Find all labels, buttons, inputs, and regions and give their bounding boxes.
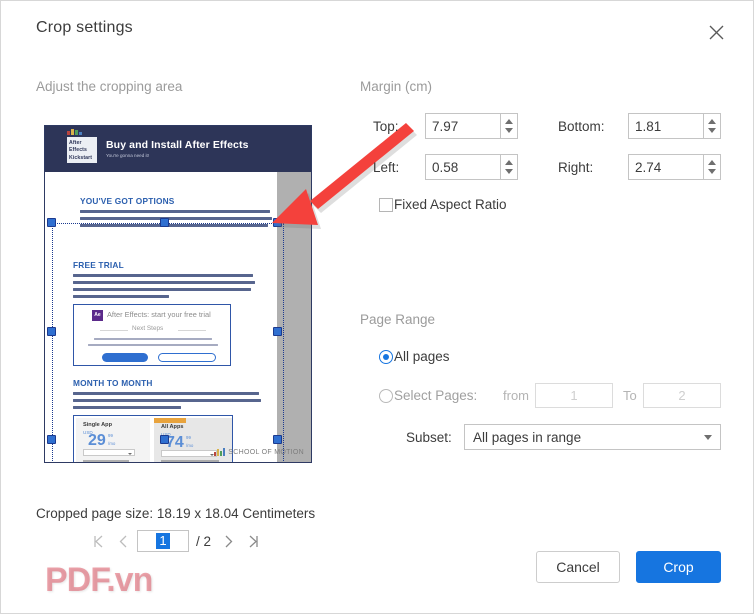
subset-value: All pages in range (473, 429, 582, 445)
logo-line-3: Kickstart (69, 154, 93, 161)
current-page-input[interactable]: 1 (137, 530, 189, 552)
pdfvn-watermark: PDF.vn (45, 561, 153, 599)
price-card-single-app: Single App USD 29 99 /mo (76, 418, 150, 462)
subset-dropdown[interactable]: All pages in range (464, 424, 721, 450)
margin-right-field[interactable] (628, 154, 721, 180)
price-card-1-select-app[interactable] (83, 449, 135, 456)
price-card-2-per: /mo (186, 443, 194, 448)
page-navigation: 1 / 2 (87, 530, 264, 552)
current-page-value: 1 (156, 533, 170, 549)
crop-handle-bottom-right[interactable] (273, 435, 282, 444)
all-pages-row[interactable]: All pages (379, 349, 450, 364)
pdf-page-preview[interactable]: After Effects Kickstart Buy and Install … (44, 125, 312, 463)
preview-doc-header: After Effects Kickstart Buy and Install … (45, 126, 311, 172)
school-of-motion-bars-icon (214, 448, 226, 456)
price-card-1-amount: 29 (88, 432, 106, 449)
margin-bottom-field[interactable] (628, 113, 721, 139)
margin-bottom-input[interactable] (629, 114, 703, 138)
crop-handle-middle-right[interactable] (273, 327, 282, 336)
preview-cropped-region: FREE TRIAL Ae After Effects: start your … (45, 220, 277, 462)
best-value-ribbon (154, 418, 186, 423)
margin-left-input[interactable] (426, 155, 500, 179)
fixed-aspect-ratio-checkbox[interactable] (379, 197, 393, 212)
next-steps-text: Next Steps (132, 325, 164, 332)
kickstart-marks-icon (67, 129, 85, 135)
price-card-1-per: /mo (108, 441, 116, 446)
preview-doc-subtitle: You're gonna need it! (106, 153, 150, 158)
margin-right-stepper[interactable] (703, 155, 720, 179)
crop-handle-middle-left[interactable] (47, 327, 56, 336)
select-pages-row[interactable]: Select Pages: (379, 388, 477, 403)
fixed-aspect-ratio-row[interactable]: Fixed Aspect Ratio (379, 197, 507, 212)
preview-section-free-trial: FREE TRIAL (73, 260, 124, 270)
margin-left-label: Left: (373, 160, 400, 175)
crop-handle-top-center[interactable] (160, 218, 169, 227)
crop-area-caption: Adjust the cropping area (36, 79, 183, 94)
sign-in-button[interactable] (102, 353, 148, 362)
cancel-button[interactable]: Cancel (536, 551, 620, 583)
price-card-2-cents: 99 (186, 435, 191, 440)
crop-handle-top-right[interactable] (273, 218, 282, 227)
total-pages-label: / 2 (196, 533, 212, 549)
preview-doc-title: Buy and Install After Effects (106, 139, 249, 151)
margin-top-field[interactable] (425, 113, 518, 139)
preview-section-month-to-month: MONTH TO MONTH (73, 378, 153, 388)
chevron-down-icon (704, 434, 712, 440)
to-page-value: 2 (678, 388, 686, 403)
price-card-2-select-plan[interactable] (161, 450, 217, 457)
free-trial-cta-text: After Effects: start your free trial (107, 310, 211, 319)
margin-left-stepper[interactable] (500, 155, 517, 179)
margin-top-input[interactable] (426, 114, 500, 138)
all-pages-radio[interactable] (379, 349, 393, 364)
margin-right-input[interactable] (629, 155, 703, 179)
to-page-field[interactable]: 2 (643, 383, 721, 408)
select-pages-radio[interactable] (379, 388, 393, 403)
sign-up-adobe-button[interactable] (158, 353, 216, 362)
crop-handle-top-left[interactable] (47, 218, 56, 227)
logo-line-2: Effects (69, 147, 87, 154)
fixed-aspect-ratio-label: Fixed Aspect Ratio (394, 197, 507, 212)
school-of-motion-footer: SCHOOL OF MOTION (214, 448, 304, 456)
from-label: from (503, 388, 529, 403)
crop-handle-bottom-left[interactable] (47, 435, 56, 444)
next-page-icon[interactable] (217, 530, 239, 552)
margin-top-stepper[interactable] (500, 114, 517, 138)
free-trial-card: Ae After Effects: start your free trial … (73, 304, 231, 366)
cropped-page-size-text: Cropped page size: 18.19 x 18.04 Centime… (36, 506, 316, 521)
after-effects-kickstart-logo: After Effects Kickstart (67, 137, 97, 163)
margin-left-field[interactable] (425, 154, 518, 180)
crop-settings-dialog: Crop settings Adjust the cropping area M… (0, 0, 754, 614)
all-pages-label: All pages (394, 349, 450, 364)
last-page-icon[interactable] (242, 530, 264, 552)
preview-section-options: YOU'VE GOT OPTIONS (80, 196, 175, 206)
margin-right-label: Right: (558, 160, 594, 175)
price-card-1-name: Single App (83, 422, 113, 428)
price-card-2-name: All Apps (161, 424, 184, 430)
page-title: Crop settings (36, 19, 133, 36)
crop-handle-bottom-center[interactable] (160, 435, 169, 444)
from-page-value: 1 (570, 388, 578, 403)
prev-page-icon[interactable] (112, 530, 134, 552)
subset-label: Subset: (406, 430, 452, 445)
margin-top-label: Top: (373, 119, 399, 134)
after-effects-icon: Ae (92, 310, 103, 321)
logo-line-1: After (69, 140, 82, 146)
margin-bottom-stepper[interactable] (703, 114, 720, 138)
margin-caption: Margin (cm) (360, 79, 433, 94)
pricing-cards-block: Single App USD 29 99 /mo All Apps USD 74… (73, 415, 233, 462)
close-icon[interactable] (705, 21, 727, 43)
page-range-caption: Page Range (360, 312, 436, 327)
first-page-icon[interactable] (87, 530, 109, 552)
to-label: To (623, 388, 637, 403)
margin-bottom-label: Bottom: (558, 119, 605, 134)
select-pages-label: Select Pages: (394, 388, 478, 403)
crop-button[interactable]: Crop (636, 551, 721, 583)
price-card-1-cents: 99 (108, 433, 113, 438)
from-page-field[interactable]: 1 (535, 383, 613, 408)
school-of-motion-label: SCHOOL OF MOTION (228, 448, 304, 456)
